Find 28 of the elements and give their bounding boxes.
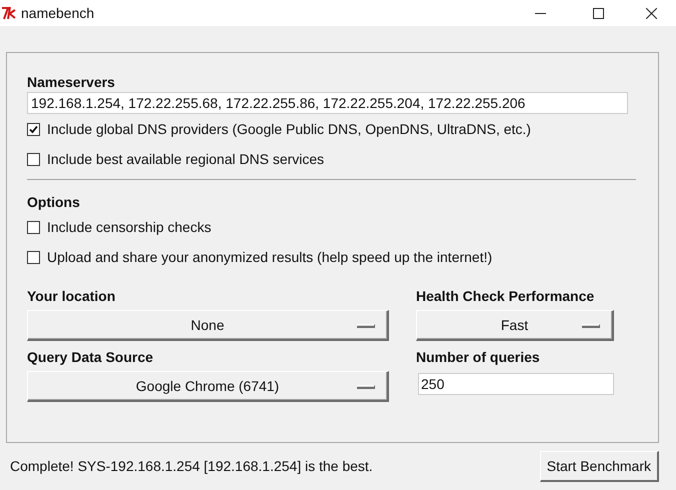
- section-heading: Nameservers: [27, 73, 116, 92]
- status-message: Complete! SYS-192.168.1.254 [192.168.1.254] is the best.: [10, 457, 373, 476]
- close-icon[interactable]: [646, 8, 657, 18]
- checkbox-label: Include global DNS providers (Google Public DNS, OpenDNS, UltraDNS, etc.): [47, 120, 531, 139]
- field-label: Health Check Performance: [416, 287, 596, 306]
- checkbox[interactable]: [27, 250, 40, 264]
- dropdown-indicator-icon: [357, 385, 375, 389]
- checkbox-label: Include best available regional DNS services: [47, 150, 324, 169]
- section-heading: Options: [27, 193, 81, 212]
- window-title: namebench: [21, 4, 94, 22]
- field-label: Number of queries: [416, 348, 541, 367]
- dropdown[interactable]: Fast: [416, 310, 614, 341]
- checkbox-label: Upload and share your anonymized results (help speed up the internet!): [47, 248, 492, 267]
- dropdown-indicator-icon: [357, 324, 375, 328]
- dropdown-indicator-icon: [582, 324, 600, 328]
- queries-field[interactable]: 250: [418, 373, 614, 395]
- dropdown[interactable]: None: [27, 310, 389, 341]
- dropdown[interactable]: Google Chrome (6741): [27, 371, 389, 402]
- checkbox[interactable]: [27, 220, 40, 234]
- checkbox[interactable]: [27, 122, 40, 136]
- checkbox-label: Include censorship checks: [47, 218, 212, 237]
- checkbox[interactable]: [27, 152, 40, 166]
- field-label: Your location: [27, 287, 116, 306]
- checkmark-icon: [29, 124, 38, 134]
- field-label: Query Data Source: [27, 348, 154, 367]
- maximize-icon[interactable]: [593, 8, 604, 18]
- start-benchmark-button[interactable]: Start Benchmark: [540, 451, 659, 482]
- nameservers-field[interactable]: 192.168.1.254, 172.22.255.68, 172.22.255.86, 172.22.255.204, 172.22.255.206: [27, 92, 628, 114]
